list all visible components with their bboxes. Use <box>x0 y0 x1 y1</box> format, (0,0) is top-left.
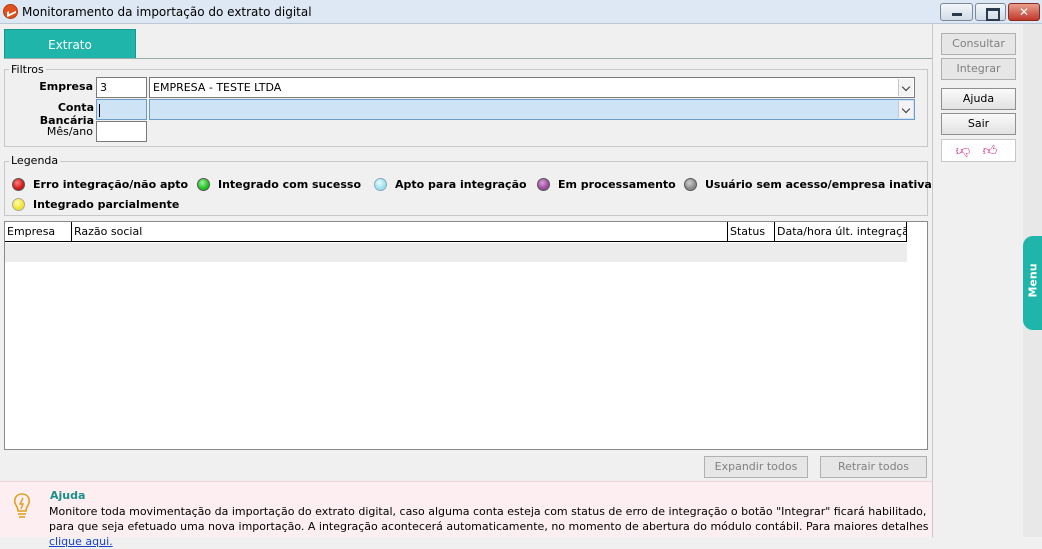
thumbs-down-icon[interactable]: 👍︎ <box>955 143 971 159</box>
integrar-label: Integrar <box>956 62 1001 75</box>
help-title: Ajuda <box>50 489 86 502</box>
grid-empty-row <box>5 243 907 262</box>
results-grid[interactable]: Empresa Razão social Status Data/hora úl… <box>4 221 928 450</box>
help-body: Monitore toda movimentação da importação… <box>49 505 929 533</box>
light-blue-status-icon <box>374 178 387 191</box>
retrair-label: Retrair todos <box>837 460 910 473</box>
title-bar: Monitoramento da importação do extrato d… <box>0 0 1042 24</box>
legend-label: Usuário sem acesso/empresa inativa <box>705 178 932 191</box>
legend-label: Apto para integração <box>395 178 527 191</box>
filters-group-label: Filtros <box>9 63 46 76</box>
conta-bancaria-label: Conta Bancária <box>39 101 94 127</box>
column-header-empresa[interactable]: Empresa <box>5 222 72 242</box>
grid-header: Empresa Razão social Status Data/hora úl… <box>5 222 907 242</box>
lightbulb-icon <box>13 493 31 518</box>
help-text: Monitore toda movimentação da importação… <box>49 504 929 549</box>
chevron-down-icon[interactable] <box>898 101 913 118</box>
sair-button[interactable]: Sair <box>941 113 1016 135</box>
yellow-status-icon <box>12 198 25 211</box>
ajuda-label: Ajuda <box>962 92 995 105</box>
text-caret <box>99 103 100 117</box>
legend-group-label: Legenda <box>9 154 61 167</box>
menu-tab-label: Menu <box>1026 263 1040 298</box>
legend-label: Integrado com sucesso <box>218 178 362 191</box>
empresa-combo[interactable]: EMPRESA - TESTE LTDA <box>149 77 915 98</box>
expandir-label: Expandir todos <box>714 460 798 473</box>
gray-status-icon <box>684 178 697 191</box>
empresa-code-field[interactable]: 3 <box>96 77 147 98</box>
window-title: Monitoramento da importação do extrato d… <box>22 5 312 19</box>
column-header-data-hora[interactable]: Data/hora últ. integração <box>775 222 907 242</box>
integrar-button[interactable]: Integrar <box>941 58 1016 80</box>
mes-ano-label: Mês/ano <box>46 125 93 138</box>
green-status-icon <box>197 178 210 191</box>
legend-label: Em processamento <box>558 178 676 191</box>
close-button[interactable] <box>1008 3 1040 21</box>
red-status-icon <box>12 178 25 191</box>
legend-label: Erro integração/não apto <box>33 178 189 191</box>
app-logo-icon <box>3 4 18 19</box>
minimize-button[interactable] <box>940 3 973 21</box>
column-header-razao-social[interactable]: Razão social <box>72 222 728 242</box>
legend-label: Integrado parcialmente <box>33 198 180 211</box>
help-bar: Ajuda Monitore toda movimentação da impo… <box>0 481 932 548</box>
maximize-button[interactable] <box>975 3 1006 21</box>
empresa-combo-value: EMPRESA - TESTE LTDA <box>153 81 282 94</box>
purple-status-icon <box>537 178 550 191</box>
conta-bancaria-code-field[interactable] <box>96 99 147 120</box>
menu-tab[interactable]: Menu <box>1023 236 1042 330</box>
expandir-todos-button[interactable]: Expandir todos <box>704 456 808 478</box>
column-header-status[interactable]: Status <box>728 222 775 242</box>
consultar-button[interactable]: Consultar <box>941 33 1016 55</box>
consultar-label: Consultar <box>952 37 1005 50</box>
thumbs-up-icon[interactable]: 👍︎ <box>982 143 998 159</box>
ajuda-button[interactable]: Ajuda <box>941 88 1016 110</box>
mes-ano-field[interactable] <box>96 121 147 142</box>
conta-bancaria-combo[interactable] <box>149 99 915 120</box>
empresa-label: Empresa <box>39 80 93 93</box>
feedback-box: 👍︎ 👍︎ <box>941 139 1016 162</box>
retrair-todos-button[interactable]: Retrair todos <box>820 456 927 478</box>
chevron-down-icon[interactable] <box>898 79 913 96</box>
sair-label: Sair <box>967 117 990 130</box>
tab-divider <box>4 58 932 59</box>
tab-extrato[interactable]: Extrato <box>4 29 136 59</box>
